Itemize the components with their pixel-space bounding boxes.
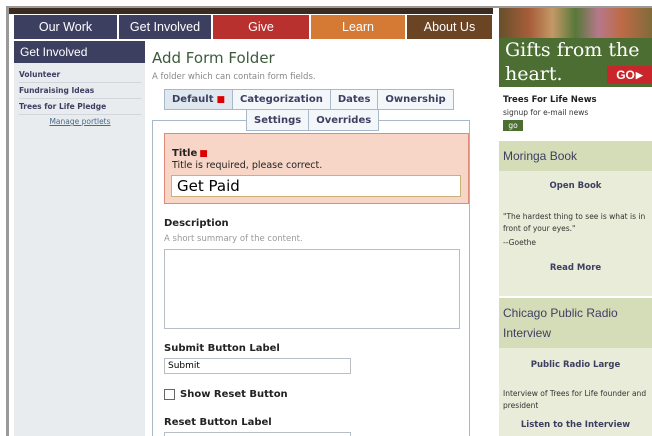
nav-label: About Us (423, 20, 476, 34)
flowers-image (499, 8, 652, 38)
title-label-row: Title ■ (172, 141, 208, 160)
tab-label: Overrides (316, 114, 372, 126)
show-reset-label: Show Reset Button (180, 389, 288, 400)
left-sidebar: Get Involved Volunteer Fundraising Ideas… (14, 41, 145, 436)
news-go-button[interactable]: go (503, 120, 523, 131)
tab-dates[interactable]: Dates (331, 90, 379, 109)
gifts-banner[interactable]: Gifts from the heart. GO ▶ (499, 8, 652, 87)
required-marker-icon: ■ (216, 94, 226, 105)
news-title: Trees For Life News (503, 95, 597, 105)
title-error-box: Title ■ Title is required, please correct… (164, 133, 469, 204)
title-input[interactable] (171, 175, 461, 197)
manage-portlets-link[interactable]: Manage portlets (19, 117, 141, 126)
right-column: Gifts from the heart. GO ▶ Trees For Life… (499, 8, 652, 436)
show-reset-row: Show Reset Button (164, 389, 288, 400)
main-nav: Our Work Get Involved Give Learn About U… (14, 15, 492, 39)
radio-portlet: Chicago Public Radio Interview Public Ra… (499, 298, 652, 436)
nav-label: Learn (342, 20, 374, 34)
nav-give[interactable]: Give (213, 15, 311, 39)
title-error-message: Title is required, please correct. (172, 160, 323, 171)
main-content: Add Form Folder A folder which can conta… (152, 41, 492, 436)
tab-ownership[interactable]: Ownership (378, 90, 452, 109)
moringa-portlet: Moringa Book Open Book "The hardest thin… (499, 141, 652, 296)
nav-get-involved[interactable]: Get Involved (119, 15, 213, 39)
page-description: A folder which can contain form fields. (152, 72, 316, 82)
nav-about-us[interactable]: About Us (407, 15, 492, 39)
tab-default[interactable]: Default ■ (165, 90, 234, 109)
arrow-right-icon: ▶ (635, 69, 643, 80)
tab-categorization[interactable]: Categorization (233, 90, 331, 109)
required-marker-icon: ■ (199, 149, 208, 159)
gifts-banner-line1: Gifts from the (505, 39, 640, 61)
nav-our-work[interactable]: Our Work (14, 15, 119, 39)
reset-label: Reset Button Label (164, 417, 272, 428)
description-help: A short summary of the content. (164, 234, 303, 244)
public-radio-link[interactable]: Public Radio Large (499, 360, 652, 370)
listen-interview-link[interactable]: Listen to the Interview (499, 420, 652, 430)
title-label: Title (172, 148, 198, 159)
sidebar-item-fundraising-ideas[interactable]: Fundraising Ideas (19, 83, 141, 99)
description-label: Description (164, 218, 229, 229)
description-textarea[interactable] (164, 249, 460, 329)
moringa-quote: "The hardest thing to see is what is in … (503, 212, 646, 233)
submit-label-input[interactable] (164, 358, 351, 374)
open-book-link[interactable]: Open Book (499, 181, 652, 191)
page-title: Add Form Folder (152, 49, 275, 67)
tab-settings[interactable]: Settings (247, 110, 310, 130)
tab-label: Categorization (240, 94, 323, 105)
show-reset-checkbox[interactable] (164, 389, 175, 400)
gifts-go-label: GO (616, 68, 635, 82)
radio-heading: Chicago Public Radio Interview (499, 298, 652, 348)
sidebar-item-volunteer[interactable]: Volunteer (19, 67, 141, 83)
moringa-heading: Moringa Book (499, 141, 652, 171)
moringa-author: --Goethe (503, 238, 537, 247)
top-strip (9, 8, 493, 14)
submit-label: Submit Button Label (164, 343, 280, 354)
nav-label: Our Work (38, 20, 93, 34)
tab-label: Dates (337, 94, 371, 105)
tab-label: Ownership (385, 94, 446, 105)
nav-label: Give (248, 20, 274, 34)
nav-learn[interactable]: Learn (311, 15, 407, 39)
reset-label-input[interactable] (164, 432, 351, 436)
tab-label: Default (172, 94, 214, 105)
sidebar-heading: Get Involved (14, 41, 145, 63)
tab-row-primary: Default ■ Categorization Dates Ownership (164, 89, 454, 110)
gifts-banner-line2: heart. (505, 63, 563, 85)
radio-text: Interview of Trees for Life founder and … (503, 389, 647, 410)
gifts-go-button[interactable]: GO ▶ (607, 66, 652, 84)
sidebar-item-pledge[interactable]: Trees for Life Pledge (19, 99, 141, 115)
news-subtitle: signup for e-mail news (503, 108, 589, 117)
read-more-link[interactable]: Read More (499, 263, 652, 273)
tab-overrides[interactable]: Overrides (309, 110, 378, 130)
sidebar-list: Volunteer Fundraising Ideas Trees for Li… (14, 63, 145, 126)
tab-row-secondary: Settings Overrides (246, 110, 380, 131)
nav-label: Get Involved (129, 20, 201, 34)
tab-label: Settings (254, 114, 302, 126)
